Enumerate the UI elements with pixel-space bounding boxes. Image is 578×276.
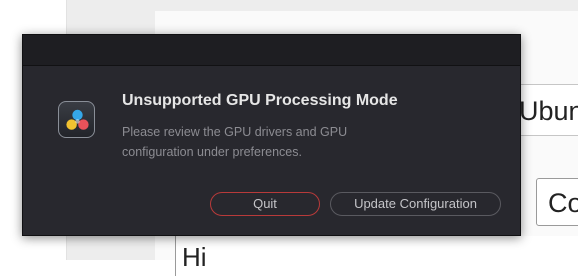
background-text-field[interactable]: Ubuntu bbox=[512, 84, 578, 136]
background-button[interactable]: Co bbox=[536, 178, 578, 226]
dialog-title: Unsupported GPU Processing Mode bbox=[122, 92, 398, 109]
update-configuration-button[interactable]: Update Configuration bbox=[330, 192, 501, 216]
quit-button[interactable]: Quit bbox=[210, 192, 320, 216]
background-text-area[interactable]: Hi bbox=[175, 236, 578, 276]
dialog-titlebar[interactable] bbox=[23, 35, 520, 66]
davinci-resolve-icon bbox=[58, 101, 95, 138]
gpu-error-dialog: Unsupported GPU Processing Mode Please r… bbox=[22, 34, 521, 236]
dialog-message: Please review the GPU drivers and GPU co… bbox=[122, 125, 348, 159]
